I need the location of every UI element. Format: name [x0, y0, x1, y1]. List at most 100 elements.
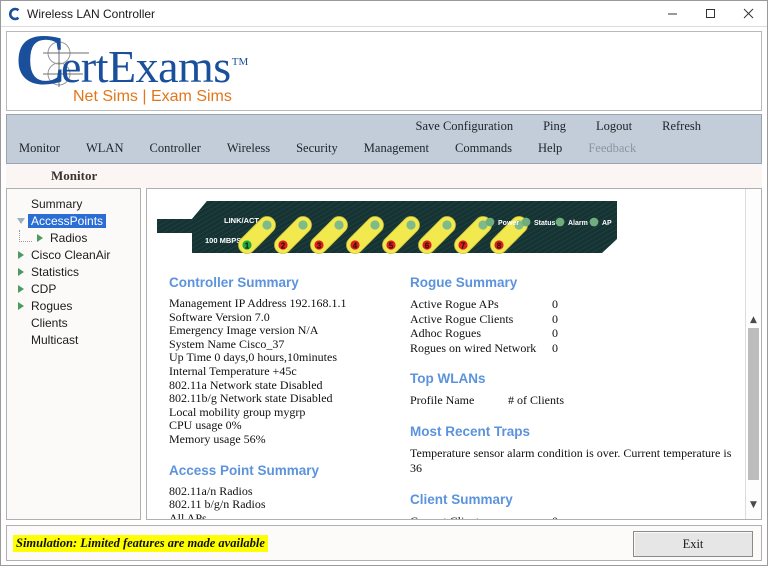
summary-left-column: Controller Summary Management IP Address…: [147, 275, 408, 519]
controller-summary-line: 802.11b/g Network state Disabled: [169, 392, 408, 406]
scrollbar-thumb[interactable]: [748, 328, 759, 480]
minimize-button[interactable]: [653, 1, 691, 27]
svg-text:AP: AP: [602, 220, 612, 227]
window-title: Wireless LAN Controller: [27, 7, 653, 21]
chevron-right-icon[interactable]: [13, 281, 28, 296]
sidebar-item-statistics[interactable]: Statistics: [7, 263, 140, 280]
sidebar-item-accesspoints[interactable]: AccessPoints: [7, 212, 140, 229]
most-recent-traps-title: Most Recent Traps: [410, 424, 745, 439]
access-point-summary-title: Access Point Summary: [169, 463, 408, 478]
certexams-logo: C ertExams TM Net Sims | Exam Sims: [15, 34, 247, 106]
logo-wordmark: ertExams: [61, 44, 231, 90]
chevron-right-icon[interactable]: [13, 247, 28, 262]
svg-text:3: 3: [317, 242, 322, 251]
breadcrumb-label: Monitor: [51, 168, 97, 184]
menu-management[interactable]: Management: [364, 141, 429, 156]
status-bar: Simulation: Limited features are made av…: [6, 525, 762, 561]
rogue-summary-label: Adhoc Rogues: [410, 326, 552, 341]
logo-letter-c: C: [15, 31, 67, 90]
sidebar-item-multicast[interactable]: Multicast: [7, 331, 140, 348]
sidebar-item-cisco-cleanair[interactable]: Cisco CleanAir: [7, 246, 140, 263]
most-recent-traps-entry: Temperature sensor alarm condition is ov…: [410, 446, 745, 476]
sidebar-item-summary-label: Summary: [28, 197, 85, 211]
simulation-notice: Simulation: Limited features are made av…: [13, 535, 268, 552]
controller-summary-line: Local mobility group mygrp: [169, 406, 408, 420]
tree-connector: [19, 230, 32, 242]
menu-ping[interactable]: Ping: [543, 119, 566, 134]
chevron-right-icon[interactable]: [32, 230, 47, 245]
sidebar-item-clients-label: Clients: [28, 316, 71, 330]
content-vertical-scrollbar[interactable]: ▲ ▼: [745, 189, 761, 519]
menu-main-row: Monitor WLAN Controller Wireless Securit…: [19, 141, 636, 156]
sidebar-item-cisco-cleanair-label: Cisco CleanAir: [28, 248, 113, 262]
sidebar-item-cdp[interactable]: CDP: [7, 280, 140, 297]
menu-wlan[interactable]: WLAN: [86, 141, 124, 156]
rogue-summary-label: Active Rogue APs: [410, 297, 552, 312]
scroll-up-icon[interactable]: ▲: [746, 312, 761, 328]
rogue-summary-row: Active Rogue Clients 0: [410, 312, 745, 327]
svg-text:5: 5: [389, 242, 394, 251]
link-act-label: LINK/ACT: [224, 216, 259, 225]
svg-text:Status: Status: [534, 220, 556, 227]
summary-columns: Controller Summary Management IP Address…: [147, 267, 745, 519]
menu-feedback: Feedback: [588, 141, 636, 156]
menu-security[interactable]: Security: [296, 141, 338, 156]
client-summary-title: Client Summary: [410, 492, 745, 507]
scroll-down-icon[interactable]: ▼: [746, 497, 761, 513]
chevron-right-icon[interactable]: [13, 298, 28, 313]
speed-label: 100 MBPS: [205, 236, 241, 245]
chevron-right-icon[interactable]: [13, 264, 28, 279]
top-wlans-title: Top WLANs: [410, 371, 745, 386]
tree-spacer: [13, 315, 28, 330]
summary-right-column: Rogue Summary Active Rogue APs 0 Active …: [408, 275, 745, 519]
sidebar-item-radios-label: Radios: [47, 231, 90, 245]
access-point-summary-line: 802.11a/n Radios: [169, 485, 408, 499]
navigation-tree: Summary AccessPoints Radios Cisco CleanA…: [6, 188, 141, 520]
rogue-summary-value: 0: [552, 341, 558, 356]
menu-commands[interactable]: Commands: [455, 141, 512, 156]
rogue-summary-title: Rogue Summary: [410, 275, 745, 290]
controller-summary-line: Software Version 7.0: [169, 311, 408, 325]
window-title-bar: Wireless LAN Controller: [1, 1, 767, 27]
sidebar-item-multicast-label: Multicast: [28, 333, 81, 347]
controller-summary-line: Internal Temperature +45c: [169, 365, 408, 379]
svg-text:Power: Power: [498, 220, 519, 227]
controller-front-panel-graphic: LINK/ACT 100 MBPS 1: [147, 195, 745, 267]
menu-monitor[interactable]: Monitor: [19, 141, 60, 156]
chevron-down-icon[interactable]: [13, 213, 28, 228]
rogue-summary-value: 0: [552, 312, 558, 327]
content-pane: LINK/ACT 100 MBPS 1: [146, 188, 762, 520]
sidebar-item-clients[interactable]: Clients: [7, 314, 140, 331]
menu-refresh[interactable]: Refresh: [662, 119, 701, 134]
sidebar-item-cdp-label: CDP: [28, 282, 59, 296]
menu-controller[interactable]: Controller: [149, 141, 200, 156]
access-point-summary-line: All APs: [169, 512, 408, 519]
svg-text:4: 4: [353, 242, 358, 251]
tree-spacer: [13, 332, 28, 347]
tree-spacer: [13, 196, 28, 211]
sidebar-item-rogues[interactable]: Rogues: [7, 297, 140, 314]
maximize-button[interactable]: [691, 1, 729, 27]
sidebar-item-rogues-label: Rogues: [28, 299, 75, 313]
menu-save-configuration[interactable]: Save Configuration: [416, 119, 514, 134]
client-summary-row: Current Clients 0: [410, 514, 745, 520]
controller-summary-line: CPU usage 0%: [169, 419, 408, 433]
window-controls: [653, 1, 767, 27]
svg-text:Alarm: Alarm: [568, 220, 588, 227]
exit-button[interactable]: Exit: [633, 531, 753, 557]
svg-text:8: 8: [497, 242, 502, 251]
main-menu-bar: Save Configuration Ping Logout Refresh M…: [6, 114, 762, 164]
wireless-lan-controller-window: Wireless LAN Controller: [0, 0, 768, 566]
client-summary-value: 0: [552, 514, 558, 520]
close-button[interactable]: [729, 1, 767, 27]
svg-text:7: 7: [461, 242, 466, 251]
sidebar-item-summary[interactable]: Summary: [7, 195, 140, 212]
menu-logout[interactable]: Logout: [596, 119, 632, 134]
menu-wireless[interactable]: Wireless: [227, 141, 270, 156]
rogue-summary-label: Rogues on wired Network: [410, 341, 552, 356]
top-wlans-header-row: Profile Name # of Clients: [410, 393, 745, 408]
controller-summary-line: Memory usage 56%: [169, 433, 408, 447]
controller-summary-line: Up Time 0 days,0 hours,10minutes: [169, 351, 408, 365]
menu-help[interactable]: Help: [538, 141, 562, 156]
sidebar-item-radios[interactable]: Radios: [7, 229, 140, 246]
